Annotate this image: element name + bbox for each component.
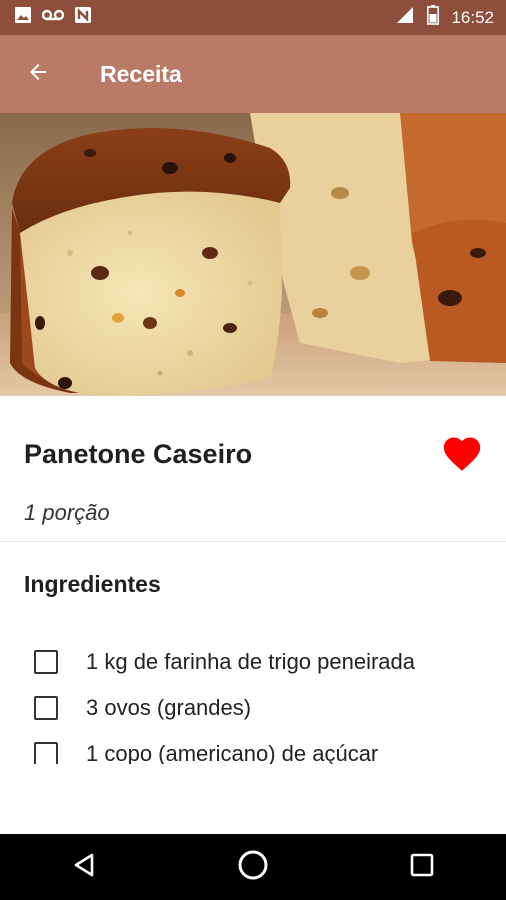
nav-home-button[interactable]	[213, 834, 293, 900]
ingredient-checkbox[interactable]	[34, 742, 58, 764]
list-item[interactable]: 3 ovos (grandes)	[0, 685, 506, 731]
back-triangle-icon	[72, 852, 96, 883]
navigation-bar	[0, 834, 506, 900]
nav-back-button[interactable]	[44, 834, 124, 900]
voicemail-icon	[41, 8, 65, 27]
ingredient-label: 3 ovos (grandes)	[86, 695, 252, 720]
recipe-content: Panetone Caseiro 1 porção Ingredientes 1…	[0, 396, 506, 764]
panettone-photo	[0, 113, 506, 396]
app-bar: Receita	[0, 35, 506, 113]
recipe-hero-image	[0, 113, 506, 396]
list-item[interactable]: 1 copo (americano) de açúcar	[0, 731, 506, 764]
ingredients-list: 1 kg de farinha de trigo peneirada 3 ovo…	[0, 639, 506, 764]
ingredient-checkbox[interactable]	[34, 650, 58, 674]
status-time: 16:52	[451, 7, 494, 27]
heart-icon	[440, 432, 484, 477]
gallery-icon	[14, 6, 32, 29]
ingredients-heading: Ingredientes	[24, 571, 161, 597]
signal-icon	[395, 5, 415, 30]
recipe-header: Panetone Caseiro	[0, 396, 506, 512]
recents-square-icon	[410, 853, 434, 882]
ingredient-label: 1 copo (americano) de açúcar	[86, 741, 379, 764]
ingredient-label: 1 kg de farinha de trigo peneirada	[86, 649, 416, 674]
home-circle-icon	[237, 849, 269, 886]
back-button[interactable]	[0, 35, 78, 113]
portion-text: 1 porção	[24, 500, 110, 525]
ingredient-checkbox[interactable]	[34, 696, 58, 720]
n-notification-icon	[74, 6, 92, 29]
nav-recents-button[interactable]	[382, 834, 462, 900]
page-title: Receita	[100, 60, 182, 87]
favorite-button[interactable]	[438, 430, 486, 478]
arrow-back-icon	[26, 60, 50, 89]
list-item[interactable]: 1 kg de farinha de trigo peneirada	[0, 639, 506, 685]
divider	[0, 541, 506, 542]
status-bar: 16:52	[0, 0, 506, 35]
battery-icon	[427, 5, 440, 30]
recipe-title: Panetone Caseiro	[24, 438, 253, 469]
